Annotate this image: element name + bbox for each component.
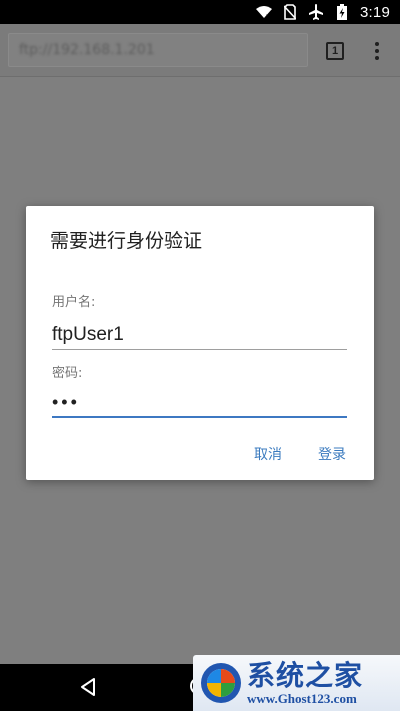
url-text: ftp://192.168.1.201 <box>19 42 155 58</box>
svg-text:x: x <box>266 14 269 19</box>
battery-icon <box>334 4 350 20</box>
tab-switcher-button[interactable]: 1 <box>326 42 344 60</box>
back-icon[interactable] <box>80 678 96 700</box>
auth-dialog: 需要进行身份验证 用户名: 密码: 取消 登录 <box>26 206 374 480</box>
cancel-button[interactable]: 取消 <box>254 444 282 464</box>
overflow-menu-icon[interactable] <box>371 42 383 60</box>
watermark-url: www.Ghost123.com <box>247 690 357 706</box>
dialog-actions: 取消 登录 <box>254 444 346 464</box>
dialog-title: 需要进行身份验证 <box>50 230 203 252</box>
watermark-name: 系统之家 <box>247 658 364 692</box>
url-bar[interactable]: ftp://192.168.1.201 <box>8 33 308 67</box>
browser-toolbar: ftp://192.168.1.201 1 <box>0 24 400 77</box>
login-button[interactable]: 登录 <box>318 444 346 464</box>
airplane-icon <box>308 4 324 20</box>
status-bar: x 3:19 <box>0 0 400 24</box>
username-input[interactable] <box>52 320 347 350</box>
password-label: 密码: <box>52 366 83 381</box>
status-time: 3:19 <box>360 3 390 21</box>
watermark-logo-icon <box>201 663 241 703</box>
password-input[interactable] <box>52 388 347 418</box>
watermark: 系统之家 www.Ghost123.com <box>193 655 400 711</box>
no-sim-icon <box>282 4 298 20</box>
wifi-icon: x <box>256 4 272 20</box>
username-label: 用户名: <box>52 295 96 310</box>
